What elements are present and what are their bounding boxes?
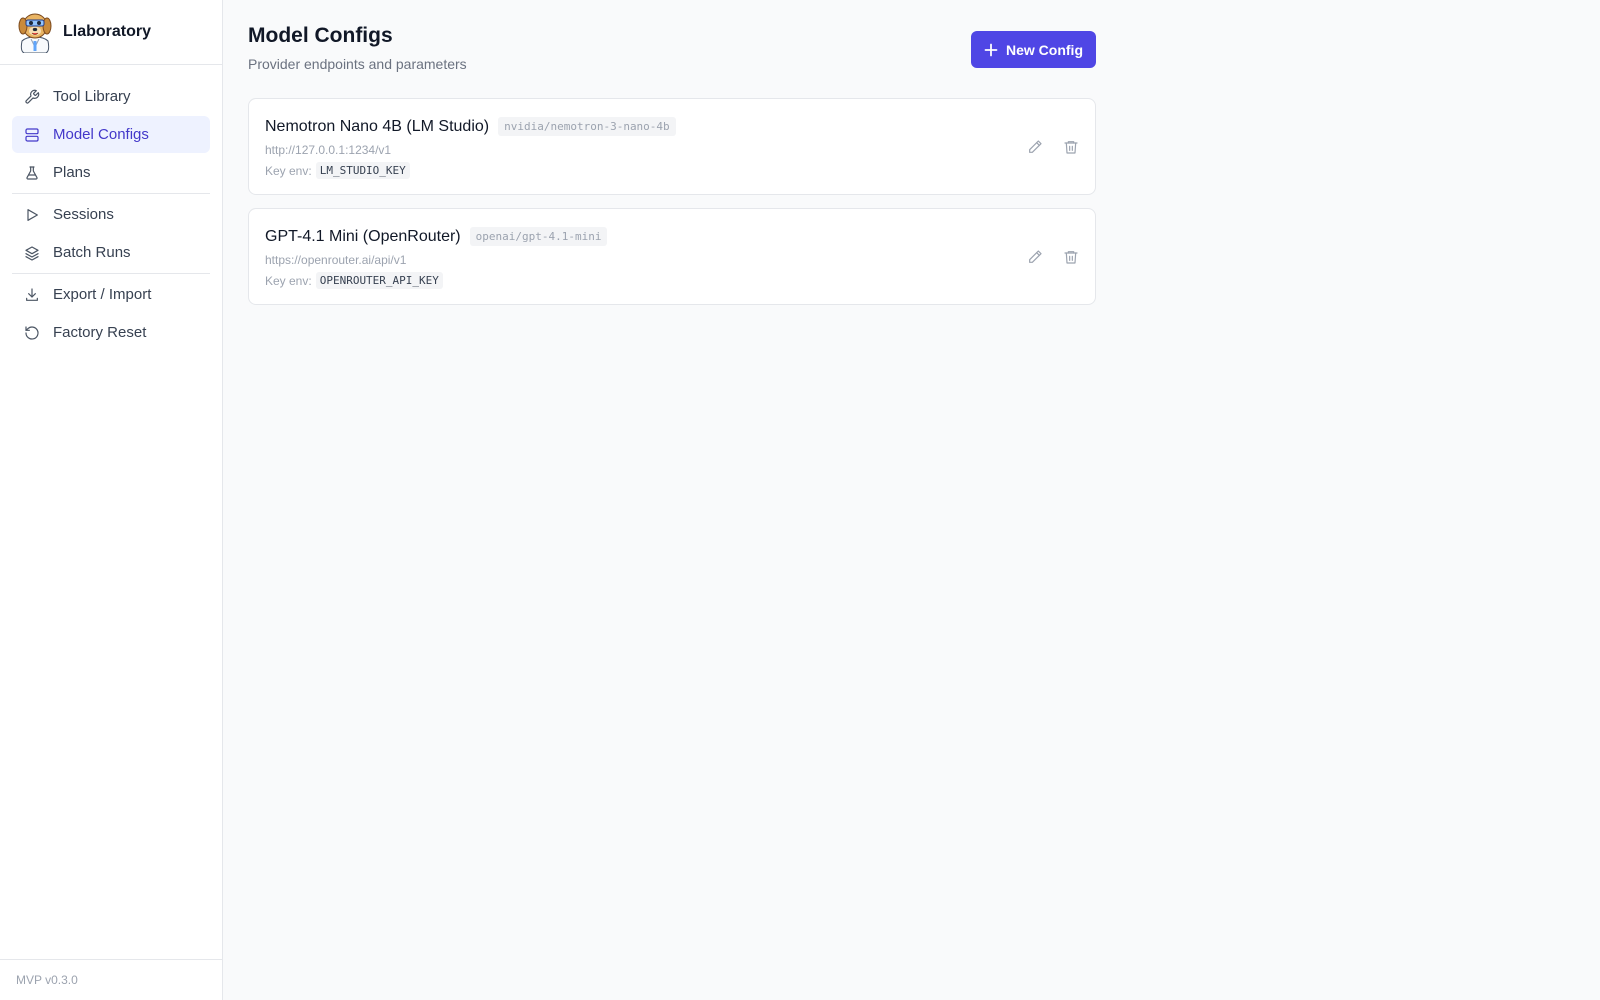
config-actions (1011, 245, 1083, 269)
sidebar-item-label: Batch Runs (53, 244, 131, 261)
nav-divider (12, 273, 210, 274)
sidebar-item-export-import[interactable]: Export / Import (12, 276, 210, 313)
wrench-icon (24, 89, 40, 105)
config-model-badge: openai/gpt-4.1-mini (469, 227, 608, 246)
brand[interactable]: Llaboratory (0, 0, 222, 65)
flask-icon (24, 165, 40, 181)
sidebar-item-model-configs[interactable]: Model Configs (12, 116, 210, 153)
reset-icon (24, 325, 40, 341)
config-card-header: Nemotron Nano 4B (LM Studio) nvidia/nemo… (265, 117, 676, 136)
sidebar-item-sessions[interactable]: Sessions (12, 196, 210, 233)
plus-icon (984, 43, 998, 57)
pencil-icon (1029, 250, 1042, 263)
key-env-label: Key env: (265, 163, 312, 178)
config-card-header: GPT-4.1 Mini (OpenRouter) openai/gpt-4.1… (265, 227, 608, 246)
download-icon (24, 287, 40, 303)
sidebar-item-tool-library[interactable]: Tool Library (12, 78, 210, 115)
delete-button[interactable] (1059, 245, 1083, 269)
config-name: Nemotron Nano 4B (LM Studio) (265, 117, 490, 135)
page-title: Model Configs (248, 24, 393, 47)
config-model-badge: nvidia/nemotron-3-nano-4b (498, 117, 676, 136)
server-icon (24, 127, 40, 143)
sidebar-item-label: Sessions (53, 206, 114, 223)
nav-divider (12, 193, 210, 194)
config-actions (1011, 135, 1083, 159)
key-env-value: LM_STUDIO_KEY (315, 162, 410, 179)
config-key-env: Key env: OPENROUTER_API_KEY (265, 272, 443, 289)
sidebar-item-plans[interactable]: Plans (12, 154, 210, 191)
sidebar-item-label: Factory Reset (53, 324, 147, 341)
key-env-value: OPENROUTER_API_KEY (315, 272, 443, 289)
config-card[interactable]: Nemotron Nano 4B (LM Studio) nvidia/nemo… (248, 98, 1096, 195)
app-version: MVP v0.3.0 (0, 959, 222, 1000)
dog-scientist-logo (18, 13, 52, 53)
trash-icon (1064, 251, 1078, 264)
sidebar-item-label: Export / Import (53, 286, 152, 303)
edit-button[interactable] (1023, 245, 1047, 269)
delete-button[interactable] (1059, 135, 1083, 159)
layers-icon (24, 245, 40, 261)
edit-button[interactable] (1023, 135, 1047, 159)
app-name: Llaboratory (63, 23, 152, 40)
pencil-icon (1029, 140, 1042, 153)
config-url: http://127.0.0.1:1234/v1 (265, 143, 392, 157)
config-list: Nemotron Nano 4B (LM Studio) nvidia/nemo… (248, 98, 1096, 318)
key-env-label: Key env: (265, 273, 312, 288)
config-name: GPT-4.1 Mini (OpenRouter) (265, 227, 461, 245)
trash-icon (1064, 141, 1078, 154)
sidebar-item-factory-reset[interactable]: Factory Reset (12, 314, 210, 351)
play-icon (24, 207, 40, 223)
config-card[interactable]: GPT-4.1 Mini (OpenRouter) openai/gpt-4.1… (248, 208, 1096, 305)
sidebar-item-label: Plans (53, 164, 91, 181)
config-key-env: Key env: LM_STUDIO_KEY (265, 162, 410, 179)
page-subtitle: Provider endpoints and parameters (248, 56, 467, 72)
sidebar-nav: Tool Library Model Configs Plans Session… (0, 65, 222, 351)
sidebar: Llaboratory Tool Library Model Configs P… (0, 0, 223, 1000)
new-config-label: New Config (1006, 41, 1083, 58)
new-config-button[interactable]: New Config (971, 31, 1096, 68)
sidebar-item-label: Tool Library (53, 88, 131, 105)
config-url: https://openrouter.ai/api/v1 (265, 253, 407, 267)
sidebar-item-label: Model Configs (53, 126, 149, 143)
sidebar-item-batch-runs[interactable]: Batch Runs (12, 234, 210, 271)
